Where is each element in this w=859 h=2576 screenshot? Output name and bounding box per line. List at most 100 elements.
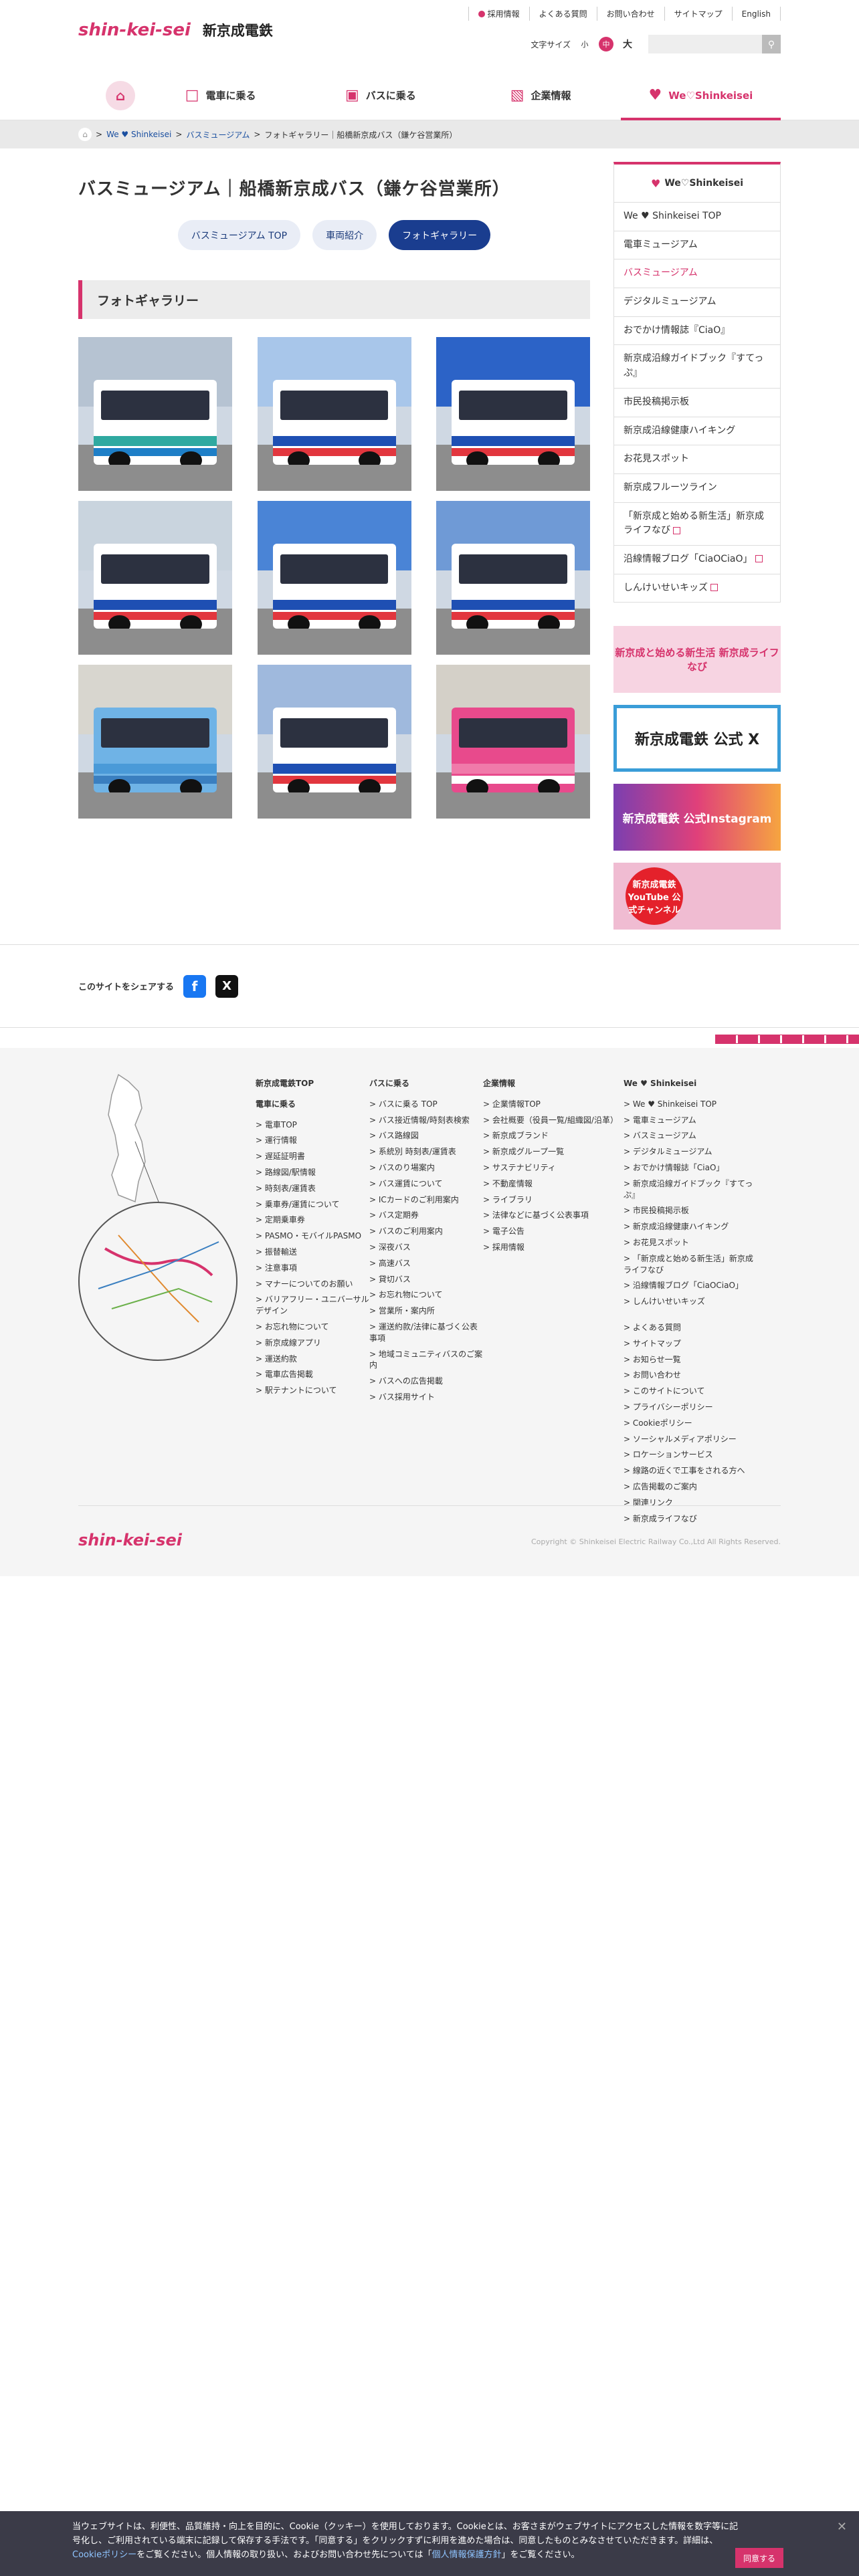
footer-link[interactable]: しんけいせいキッズ <box>624 1296 757 1307</box>
footer-link[interactable]: 電車TOP <box>256 1119 369 1131</box>
footer-link[interactable]: 貸切バス <box>369 1274 483 1285</box>
footer-link[interactable]: このサイトについて <box>624 1386 757 1397</box>
footer-link[interactable]: バスへの広告掲載 <box>369 1376 483 1387</box>
tab-vehicles[interactable]: 車両紹介 <box>312 220 377 250</box>
footer-link[interactable]: 新京成線アプリ <box>256 1337 369 1349</box>
gallery-photo[interactable] <box>257 665 411 819</box>
close-icon[interactable]: ✕ <box>837 2518 847 2537</box>
util-link-recruit[interactable]: 採用情報 <box>469 7 530 21</box>
footer-link[interactable]: 新京成グループ一覧 <box>483 1146 624 1158</box>
footer-link[interactable]: 運送約款 <box>256 1354 369 1365</box>
tab-photo-gallery[interactable]: フォトギャラリー <box>389 220 491 250</box>
sidebar-item[interactable]: 市民投稿掲示板 <box>614 387 780 417</box>
footer-link[interactable]: 沿線情報ブログ「CiaOCiaO」 <box>624 1280 757 1291</box>
footer-link[interactable]: 駅テナントについて <box>256 1385 369 1396</box>
footer-link[interactable]: ソーシャルメディアポリシー <box>624 1434 757 1445</box>
banner-official-youtube[interactable]: 新京成電鉄 YouTube 公式チャンネル <box>613 863 781 930</box>
footer-link[interactable]: 深夜バス <box>369 1242 483 1253</box>
footer-link[interactable]: よくある質問 <box>624 1322 757 1333</box>
footer-link[interactable]: 不動産情報 <box>483 1178 624 1190</box>
footer-link[interactable]: 地域コミュニティバスのご案内 <box>369 1349 483 1372</box>
nav-home[interactable]: ⌂ <box>100 70 140 120</box>
footer-link[interactable]: 電車ミュージアム <box>624 1115 757 1126</box>
banner-official-x[interactable]: 新京成電鉄 公式 X <box>613 705 781 772</box>
gallery-photo[interactable] <box>78 337 232 491</box>
sidebar-item[interactable]: 沿線情報ブログ「CiaOCiaO」 <box>614 544 780 574</box>
breadcrumb-home-icon[interactable]: ⌂ <box>78 128 92 141</box>
nav-corporate[interactable]: ▧ 企業情報 <box>461 70 621 120</box>
footer-link[interactable]: 遅延証明書 <box>256 1151 369 1162</box>
banner-life-navi[interactable]: 新京成と始める新生活 新京成ライフなび <box>613 626 781 693</box>
font-size-medium[interactable]: 中 <box>599 37 613 51</box>
footer-heading[interactable]: We ♥ Shinkeisei <box>624 1078 757 1089</box>
footer-link[interactable]: 関連リンク <box>624 1497 757 1509</box>
privacy-policy-link[interactable]: 個人情報保護方針 <box>432 2550 501 2560</box>
footer-link[interactable]: バスミュージアム <box>624 1130 757 1142</box>
search-button[interactable]: ⚲ <box>762 35 781 53</box>
footer-link[interactable]: 定期乗車券 <box>256 1214 369 1226</box>
footer-link[interactable]: バス路線図 <box>369 1130 483 1142</box>
facebook-share-icon[interactable]: f <box>183 974 207 998</box>
footer-link[interactable]: 広告掲載のご案内 <box>624 1481 757 1493</box>
footer-link[interactable]: おでかけ情報誌「CiaO」 <box>624 1162 757 1174</box>
footer-link[interactable]: 市民投稿掲示板 <box>624 1205 757 1216</box>
footer-logo[interactable]: shin-kei-sei <box>78 1531 182 1549</box>
footer-link[interactable]: We ♥ Shinkeisei TOP <box>624 1099 757 1110</box>
footer-link[interactable]: お知らせ一覧 <box>624 1354 757 1366</box>
footer-heading[interactable]: 企業情報 <box>483 1078 624 1089</box>
breadcrumb-link[interactable]: バスミュージアム <box>186 129 250 140</box>
footer-link[interactable]: サステナビリティ <box>483 1162 624 1174</box>
util-link-english[interactable]: English <box>733 7 781 21</box>
footer-link[interactable]: マナーについてのお願い <box>256 1279 369 1290</box>
font-size-large[interactable]: 大 <box>620 37 635 51</box>
gallery-photo[interactable] <box>436 501 590 655</box>
footer-link[interactable]: 注意事項 <box>256 1263 369 1274</box>
footer-link[interactable]: お花見スポット <box>624 1237 757 1249</box>
gallery-photo[interactable] <box>257 337 411 491</box>
footer-link[interactable]: 運行情報 <box>256 1135 369 1146</box>
footer-link[interactable]: デジタルミュージアム <box>624 1146 757 1158</box>
footer-heading[interactable]: バスに乗る <box>369 1078 483 1089</box>
footer-link[interactable]: 企業情報TOP <box>483 1099 624 1110</box>
sidebar-item[interactable]: 「新京成と始める新生活」新京成ライフなび <box>614 502 780 545</box>
footer-link[interactable]: 新京成ライフなび <box>624 1513 757 1525</box>
footer-link[interactable]: 「新京成と始める新生活」新京成ライフなび <box>624 1253 757 1276</box>
nav-we-shinkeisei[interactable]: ♥ We♡Shinkeisei <box>620 70 781 120</box>
sidebar-item[interactable]: 新京成沿線健康ハイキング <box>614 416 780 445</box>
footer-heading[interactable]: 電車に乗る <box>256 1099 369 1110</box>
footer-link[interactable]: バス採用サイト <box>369 1392 483 1403</box>
nav-bus[interactable]: ▣ バスに乗る <box>300 70 460 120</box>
footer-link[interactable]: 会社概要（役員一覧/組織図/沿革） <box>483 1115 624 1126</box>
footer-link[interactable]: 法律などに基づく公表事項 <box>483 1210 624 1221</box>
font-size-small[interactable]: 小 <box>577 37 592 51</box>
banner-official-instagram[interactable]: 新京成電鉄 公式Instagram <box>613 784 781 851</box>
footer-link[interactable]: バスのり場案内 <box>369 1162 483 1174</box>
footer-link[interactable]: バスのご利用案内 <box>369 1226 483 1237</box>
cookie-accept-button[interactable]: 同意する <box>735 2548 783 2568</box>
footer-link[interactable]: バス定期券 <box>369 1210 483 1221</box>
footer-link[interactable]: 線路の近くで工事をされる方へ <box>624 1465 757 1477</box>
footer-link[interactable]: 電子公告 <box>483 1226 624 1237</box>
sidebar-item[interactable]: 新京成沿線ガイドブック『すてっぷ』 <box>614 344 780 387</box>
sidebar-item[interactable]: デジタルミュージアム <box>614 288 780 316</box>
footer-link[interactable]: バリアフリー・ユニバーサルデザイン <box>256 1294 369 1317</box>
x-share-icon[interactable]: X <box>215 974 239 998</box>
sidebar-item[interactable]: 新京成フルーツライン <box>614 473 780 502</box>
gallery-photo[interactable] <box>436 337 590 491</box>
footer-link[interactable]: お忘れ物について <box>369 1289 483 1301</box>
nav-train[interactable]: □ 電車に乗る <box>140 70 300 120</box>
footer-link[interactable]: 営業所・案内所 <box>369 1305 483 1317</box>
footer-link[interactable]: 新京成沿線ガイドブック『すてっぷ』 <box>624 1178 757 1201</box>
gallery-photo[interactable] <box>78 501 232 655</box>
footer-link[interactable]: PASMO・モバイルPASMO <box>256 1230 369 1242</box>
footer-link[interactable]: サイトマップ <box>624 1338 757 1350</box>
sidebar-item[interactable]: しんけいせいキッズ <box>614 573 780 603</box>
footer-link[interactable]: ロケーションサービス <box>624 1449 757 1461</box>
footer-link[interactable]: バス接近情報/時刻表検索 <box>369 1115 483 1126</box>
footer-link[interactable]: 路線図/駅情報 <box>256 1167 369 1178</box>
footer-link[interactable]: 運送約款/法律に基づく公表事項 <box>369 1321 483 1344</box>
footer-link[interactable]: 高速バス <box>369 1258 483 1269</box>
sidebar-item[interactable]: バスミュージアム <box>614 259 780 288</box>
footer-link[interactable]: バスに乗る TOP <box>369 1099 483 1110</box>
site-logo[interactable]: shin-kei-sei 新京成電鉄 <box>78 20 273 40</box>
